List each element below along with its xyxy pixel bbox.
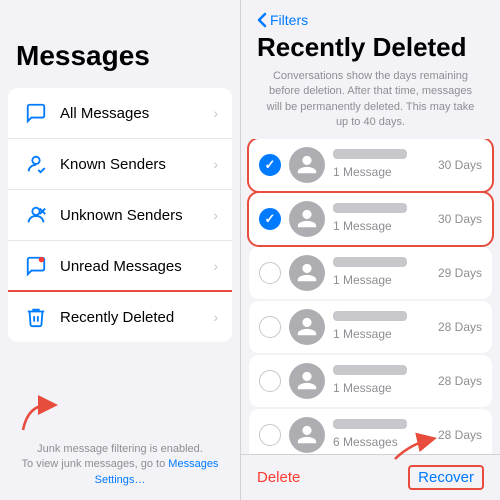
annotation-arrow xyxy=(18,395,58,440)
days-label: 30 Days xyxy=(438,212,482,226)
message-icon xyxy=(22,99,50,127)
right-title: Recently Deleted xyxy=(257,32,484,63)
check-circle[interactable] xyxy=(259,424,281,446)
message-item[interactable]: 1 Message 29 Days xyxy=(249,247,492,299)
message-content: 1 Message xyxy=(333,257,432,289)
name-bar xyxy=(333,149,407,159)
left-title: Messages xyxy=(0,0,240,82)
recently-deleted-label: Recently Deleted xyxy=(60,309,213,326)
message-item[interactable]: 1 Message 30 Days xyxy=(249,139,492,191)
msg-count: 6 Messages xyxy=(333,435,398,449)
name-bar xyxy=(333,365,407,375)
avatar xyxy=(289,363,325,399)
left-panel: Messages All Messages › Known Senders › xyxy=(0,0,240,500)
menu-list: All Messages › Known Senders › xyxy=(8,88,232,342)
message-content: 6 Messages xyxy=(333,419,432,451)
name-bar xyxy=(333,257,407,267)
back-button[interactable]: Filters xyxy=(257,12,484,28)
message-content: 1 Message xyxy=(333,203,432,235)
recover-button[interactable]: Recover xyxy=(408,465,484,490)
chevron-icon: › xyxy=(213,258,218,274)
msg-count: 1 Message xyxy=(333,327,392,341)
check-circle[interactable] xyxy=(259,262,281,284)
avatar xyxy=(289,147,325,183)
msg-count: 1 Message xyxy=(333,381,392,395)
chevron-icon: › xyxy=(213,156,218,172)
right-footer: Delete Recover xyxy=(241,454,500,500)
right-subtitle: Conversations show the days remaining be… xyxy=(257,69,484,131)
message-content: 1 Message xyxy=(333,365,432,397)
avatar xyxy=(289,417,325,453)
check-circle[interactable] xyxy=(259,208,281,230)
trash-icon xyxy=(22,303,50,331)
delete-button[interactable]: Delete xyxy=(257,469,300,486)
message-item[interactable]: 6 Messages 28 Days xyxy=(249,409,492,454)
name-bar xyxy=(333,419,407,429)
msg-count: 1 Message xyxy=(333,273,392,287)
right-panel: Filters Recently Deleted Conversations s… xyxy=(240,0,500,500)
back-label: Filters xyxy=(270,12,308,28)
chevron-icon: › xyxy=(213,207,218,223)
avatar xyxy=(289,255,325,291)
name-bar xyxy=(333,311,407,321)
avatar xyxy=(289,309,325,345)
message-unread-icon xyxy=(22,252,50,280)
known-senders-label: Known Senders xyxy=(60,156,213,173)
chevron-icon: › xyxy=(213,105,218,121)
check-circle[interactable] xyxy=(259,370,281,392)
days-label: 28 Days xyxy=(438,320,482,334)
message-item[interactable]: 1 Message 28 Days xyxy=(249,301,492,353)
right-header: Filters Recently Deleted Conversations s… xyxy=(241,0,500,139)
message-item[interactable]: 1 Message 30 Days xyxy=(249,193,492,245)
name-bar xyxy=(333,203,407,213)
person-check-icon xyxy=(22,150,50,178)
check-circle[interactable] xyxy=(259,316,281,338)
all-messages-label: All Messages xyxy=(60,105,213,122)
days-label: 28 Days xyxy=(438,374,482,388)
sidebar-item-unknown-senders[interactable]: Unknown Senders › xyxy=(8,190,232,241)
days-label: 29 Days xyxy=(438,266,482,280)
check-circle[interactable] xyxy=(259,154,281,176)
sidebar-item-known-senders[interactable]: Known Senders › xyxy=(8,139,232,190)
days-label: 30 Days xyxy=(438,158,482,172)
avatar xyxy=(289,201,325,237)
sidebar-item-recently-deleted[interactable]: Recently Deleted › xyxy=(8,292,232,342)
days-label: 28 Days xyxy=(438,428,482,442)
person-unknown-icon xyxy=(22,201,50,229)
message-content: 1 Message xyxy=(333,149,432,181)
message-content: 1 Message xyxy=(333,311,432,343)
message-item[interactable]: 1 Message 28 Days xyxy=(249,355,492,407)
unread-messages-label: Unread Messages xyxy=(60,258,213,275)
chevron-icon: › xyxy=(213,309,218,325)
messages-list: 1 Message 30 Days 1 Message 30 Days xyxy=(241,139,500,454)
msg-count: 1 Message xyxy=(333,219,392,233)
unknown-senders-label: Unknown Senders xyxy=(60,207,213,224)
msg-count: 1 Message xyxy=(333,165,392,179)
sidebar-item-all-messages[interactable]: All Messages › xyxy=(8,88,232,139)
sidebar-item-unread-messages[interactable]: Unread Messages › xyxy=(8,241,232,292)
left-footer: Junk message filtering is enabled. To vi… xyxy=(0,442,240,488)
